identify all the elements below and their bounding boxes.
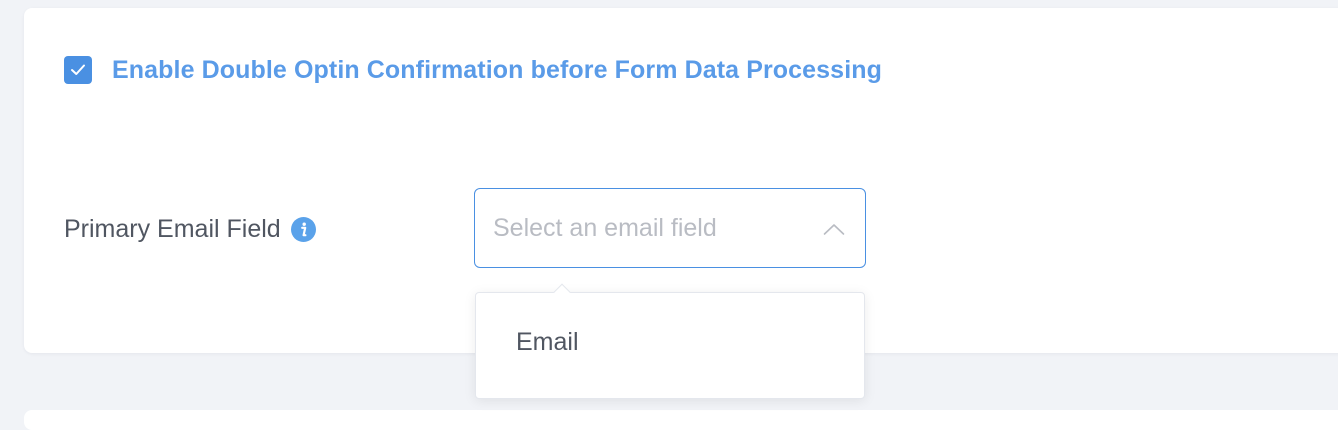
optin-label[interactable]: Enable Double Optin Confirmation before … <box>112 56 882 85</box>
double-optin-toggle[interactable]: Enable Double Optin Confirmation before … <box>64 56 882 84</box>
primary-email-label-row: Primary Email Field <box>64 212 316 246</box>
chevron-up-icon <box>823 218 845 240</box>
optin-checkbox[interactable] <box>64 56 92 84</box>
email-field-select[interactable]: Select an email field <box>474 188 866 268</box>
info-icon[interactable] <box>290 216 316 242</box>
checkmark-icon <box>71 64 85 75</box>
dropdown-option-email[interactable]: Email <box>476 311 864 373</box>
select-placeholder: Select an email field <box>493 213 717 242</box>
next-card-edge <box>24 410 1338 430</box>
email-field-dropdown: Email <box>475 283 865 399</box>
primary-email-label: Primary Email Field <box>64 214 281 243</box>
